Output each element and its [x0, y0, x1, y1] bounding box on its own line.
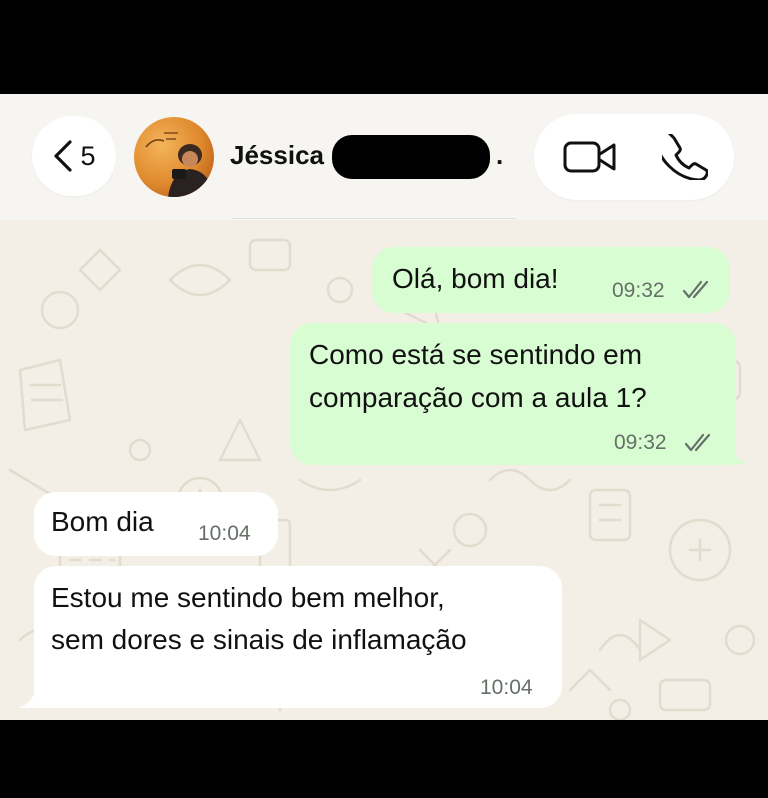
- message-bubble-outgoing[interactable]: Como está se sentindo em comparação com …: [290, 323, 736, 465]
- message-time: 09:32: [612, 279, 665, 302]
- read-receipt-icon: [682, 280, 709, 299]
- bubble-tail: [730, 444, 748, 464]
- message-time: 10:04: [198, 522, 251, 545]
- message-text-line: Estou me sentindo bem melhor,: [51, 582, 445, 613]
- contact-name-suffix: .: [496, 140, 504, 170]
- redaction-mark: [332, 135, 490, 179]
- message-text-line: Como está se sentindo em: [309, 339, 643, 370]
- message-text: Olá, bom dia!: [392, 263, 559, 294]
- read-receipt-icon: [684, 433, 711, 452]
- message-bubble-incoming[interactable]: Estou me sentindo bem melhor, sem dores …: [34, 566, 562, 708]
- video-call-icon[interactable]: [562, 134, 618, 180]
- chevron-left-icon: [54, 140, 73, 172]
- chat-header: 5 Jéssica C .: [0, 94, 768, 220]
- avatar[interactable]: [134, 117, 214, 197]
- header-divider: [232, 218, 516, 219]
- avatar-photo: [134, 117, 214, 197]
- message-time: 09:32: [614, 431, 667, 454]
- message-text-line: sem dores e sinais de inflamação: [51, 624, 467, 655]
- phone-icon[interactable]: [662, 134, 708, 180]
- chat-screen: 5 Jéssica C . Olá, bom dia! 09:32 Como e…: [0, 94, 768, 720]
- message-text: Bom dia: [51, 506, 154, 537]
- message-bubble-incoming[interactable]: Bom dia 10:04: [34, 492, 278, 556]
- unread-count: 5: [80, 140, 96, 171]
- message-text-line: comparação com a aula 1?: [309, 382, 647, 413]
- call-actions: [534, 114, 734, 200]
- message-time: 10:04: [480, 676, 533, 699]
- message-bubble-outgoing[interactable]: Olá, bom dia! 09:32: [372, 247, 730, 313]
- bubble-tail: [18, 688, 36, 708]
- back-button[interactable]: 5: [32, 116, 116, 196]
